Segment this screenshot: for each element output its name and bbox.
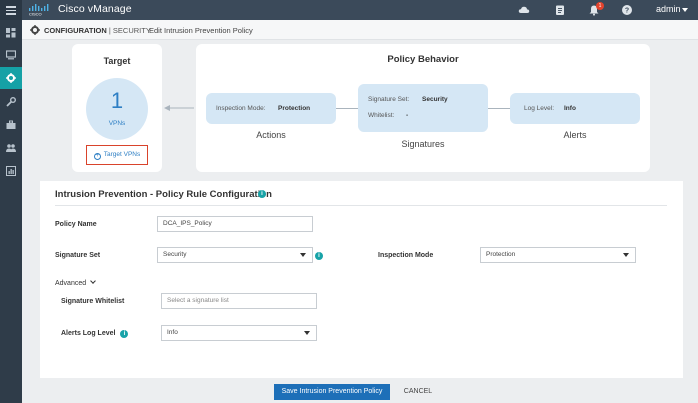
policy-name-label: Policy Name xyxy=(55,221,97,228)
info-icon[interactable]: i xyxy=(120,330,129,338)
sidebar-item-tools[interactable] xyxy=(0,91,22,113)
log-level-value: Info xyxy=(564,105,576,112)
gear-icon xyxy=(6,73,16,83)
policy-behavior-title: Policy Behavior xyxy=(387,54,459,65)
advanced-label: Advanced xyxy=(55,280,87,287)
sidebar-item-configuration[interactable] xyxy=(0,67,22,89)
policy-rule-form: Intrusion Prevention - Policy Rule Confi… xyxy=(40,181,683,378)
log-level-key: Log Level: xyxy=(524,105,554,112)
signature-set-selected: Security xyxy=(163,251,187,258)
target-vpns-button[interactable]: + Target VPNs xyxy=(86,145,148,165)
caret-down-icon xyxy=(300,253,306,257)
sidebar xyxy=(0,20,22,403)
target-card: Target 1 VPNs + Target VPNs xyxy=(72,44,162,172)
wrench-icon xyxy=(6,97,16,107)
gear-icon xyxy=(30,25,40,35)
breadcrumb-subsection-label: | SECURITY xyxy=(108,26,151,35)
info-icon[interactable]: i xyxy=(258,190,266,198)
cisco-logo-icon: CISCO xyxy=(29,4,49,17)
signature-set-key: Signature Set: xyxy=(368,96,410,103)
vpn-count: 1 xyxy=(110,88,124,113)
inspection-mode-select[interactable]: Protection xyxy=(480,247,636,263)
chevron-down-icon xyxy=(90,278,96,284)
divider xyxy=(55,205,667,206)
info-icon[interactable]: i xyxy=(315,252,323,260)
alerts-log-level-selected: Info xyxy=(167,329,178,336)
connector-line xyxy=(488,108,510,109)
form-title: Intrusion Prevention - Policy Rule Confi… xyxy=(55,189,272,200)
chevron-down-icon[interactable] xyxy=(682,8,688,12)
chart-icon xyxy=(6,166,16,176)
caret-down-icon xyxy=(623,253,629,257)
top-bar: CISCO Cisco vManage 1 ? admin xyxy=(0,0,698,20)
signature-set-value: Security xyxy=(422,96,448,103)
sidebar-item-dashboard[interactable] xyxy=(0,22,22,44)
app-title: Cisco vManage xyxy=(58,3,132,15)
advanced-toggle[interactable]: Advanced xyxy=(55,278,96,287)
policy-behavior-card: Policy Behavior Inspection Mode: Protect… xyxy=(196,44,650,172)
cloud-icon[interactable] xyxy=(518,4,530,16)
help-icon[interactable]: ? xyxy=(621,4,633,16)
alerts-log-level-text: Alerts Log Level xyxy=(61,330,116,337)
svg-text:CISCO: CISCO xyxy=(29,12,42,17)
whitelist-value: - xyxy=(406,112,409,119)
save-policy-button[interactable]: Save Intrusion Prevention Policy xyxy=(274,384,390,400)
whitelist-key: Whitelist: xyxy=(368,112,395,119)
signatures-label: Signatures xyxy=(401,139,445,149)
svg-text:?: ? xyxy=(625,8,629,15)
arrow-left-icon xyxy=(164,105,194,111)
inspection-mode-selected: Protection xyxy=(486,251,516,258)
page-title: Edit Intrusion Prevention Policy xyxy=(149,26,253,35)
vpn-unit: VPNs xyxy=(108,120,126,127)
inspection-mode-key: Inspection Mode: xyxy=(216,105,266,112)
cancel-button[interactable]: CANCEL xyxy=(396,384,440,400)
connector-line xyxy=(336,108,358,109)
footer: Save Intrusion Prevention Policy CANCEL xyxy=(22,380,698,403)
target-title: Target xyxy=(103,56,131,66)
users-icon xyxy=(6,144,16,152)
actions-label: Actions xyxy=(256,130,286,140)
signatures-pill: Signature Set: Security Whitelist: - xyxy=(358,84,488,132)
alerts-pill: Log Level: Info xyxy=(510,93,640,124)
breadcrumb-section-label: CONFIGURATION xyxy=(44,26,107,35)
sidebar-item-monitor[interactable] xyxy=(0,44,22,66)
sidebar-item-administration[interactable] xyxy=(0,137,22,159)
alerts-log-level-select[interactable]: Info xyxy=(161,325,317,341)
policy-name-input[interactable]: DCA_IPS_Policy xyxy=(157,216,313,232)
vpn-count-circle: 1 VPNs xyxy=(86,78,148,140)
hamburger-menu-icon[interactable] xyxy=(0,0,22,20)
sidebar-item-analytics[interactable] xyxy=(0,160,22,182)
inspection-mode-value: Protection xyxy=(278,105,311,112)
alerts-log-level-label: Alerts Log Level i xyxy=(61,330,129,338)
sidebar-item-maintenance[interactable] xyxy=(0,114,22,136)
caret-down-icon xyxy=(304,331,310,335)
target-vpns-label: Target VPNs xyxy=(103,151,141,158)
clipboard-icon[interactable] xyxy=(554,4,566,16)
signature-whitelist-label: Signature Whitelist xyxy=(61,298,125,305)
actions-pill: Inspection Mode: Protection xyxy=(206,93,336,124)
add-circle-icon: + xyxy=(93,153,101,160)
toolbox-icon xyxy=(6,120,16,129)
breadcrumb: CONFIGURATION | SECURITY Edit Intrusion … xyxy=(22,20,698,40)
breadcrumb-section[interactable]: CONFIGURATION | SECURITY xyxy=(44,26,151,35)
monitor-icon xyxy=(6,50,16,60)
notification-badge: 1 xyxy=(596,2,604,10)
user-menu[interactable]: admin xyxy=(656,4,681,14)
signature-set-select[interactable]: Security xyxy=(157,247,313,263)
signature-whitelist-input[interactable]: Select a signature list xyxy=(161,293,317,309)
signature-set-label: Signature Set xyxy=(55,252,101,259)
dashboard-icon xyxy=(6,28,16,38)
alerts-label: Alerts xyxy=(563,130,587,140)
inspection-mode-label: Inspection Mode xyxy=(378,252,434,259)
